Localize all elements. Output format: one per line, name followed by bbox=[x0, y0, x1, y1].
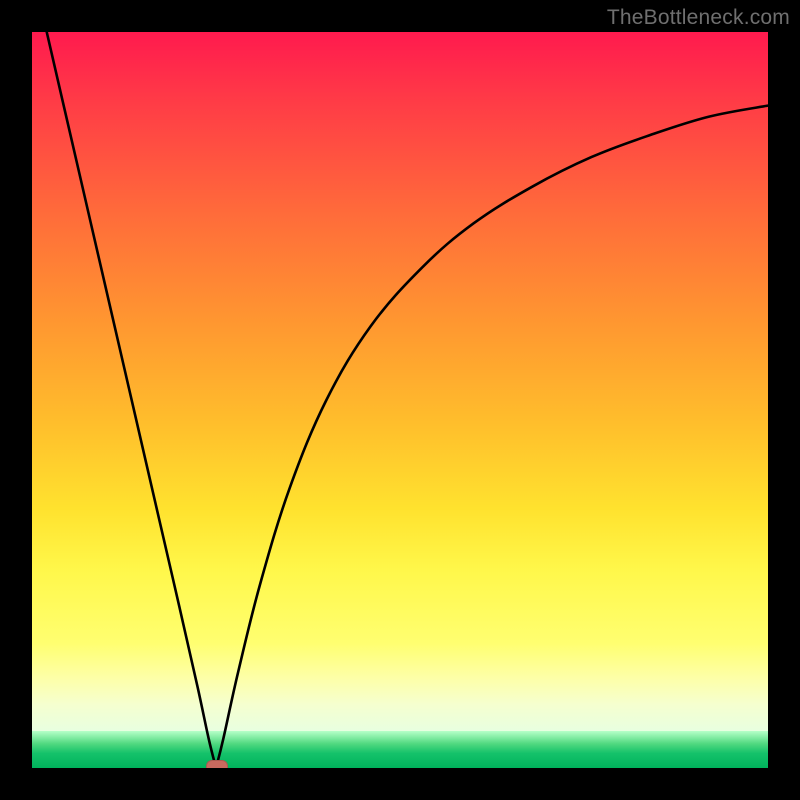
curve-right-branch bbox=[216, 106, 768, 768]
curve-left-branch bbox=[47, 32, 216, 768]
curve-svg bbox=[32, 32, 768, 768]
plot-area bbox=[32, 32, 768, 768]
minimum-marker bbox=[206, 760, 228, 768]
watermark-text: TheBottleneck.com bbox=[607, 6, 790, 30]
chart-frame: TheBottleneck.com bbox=[0, 0, 800, 800]
